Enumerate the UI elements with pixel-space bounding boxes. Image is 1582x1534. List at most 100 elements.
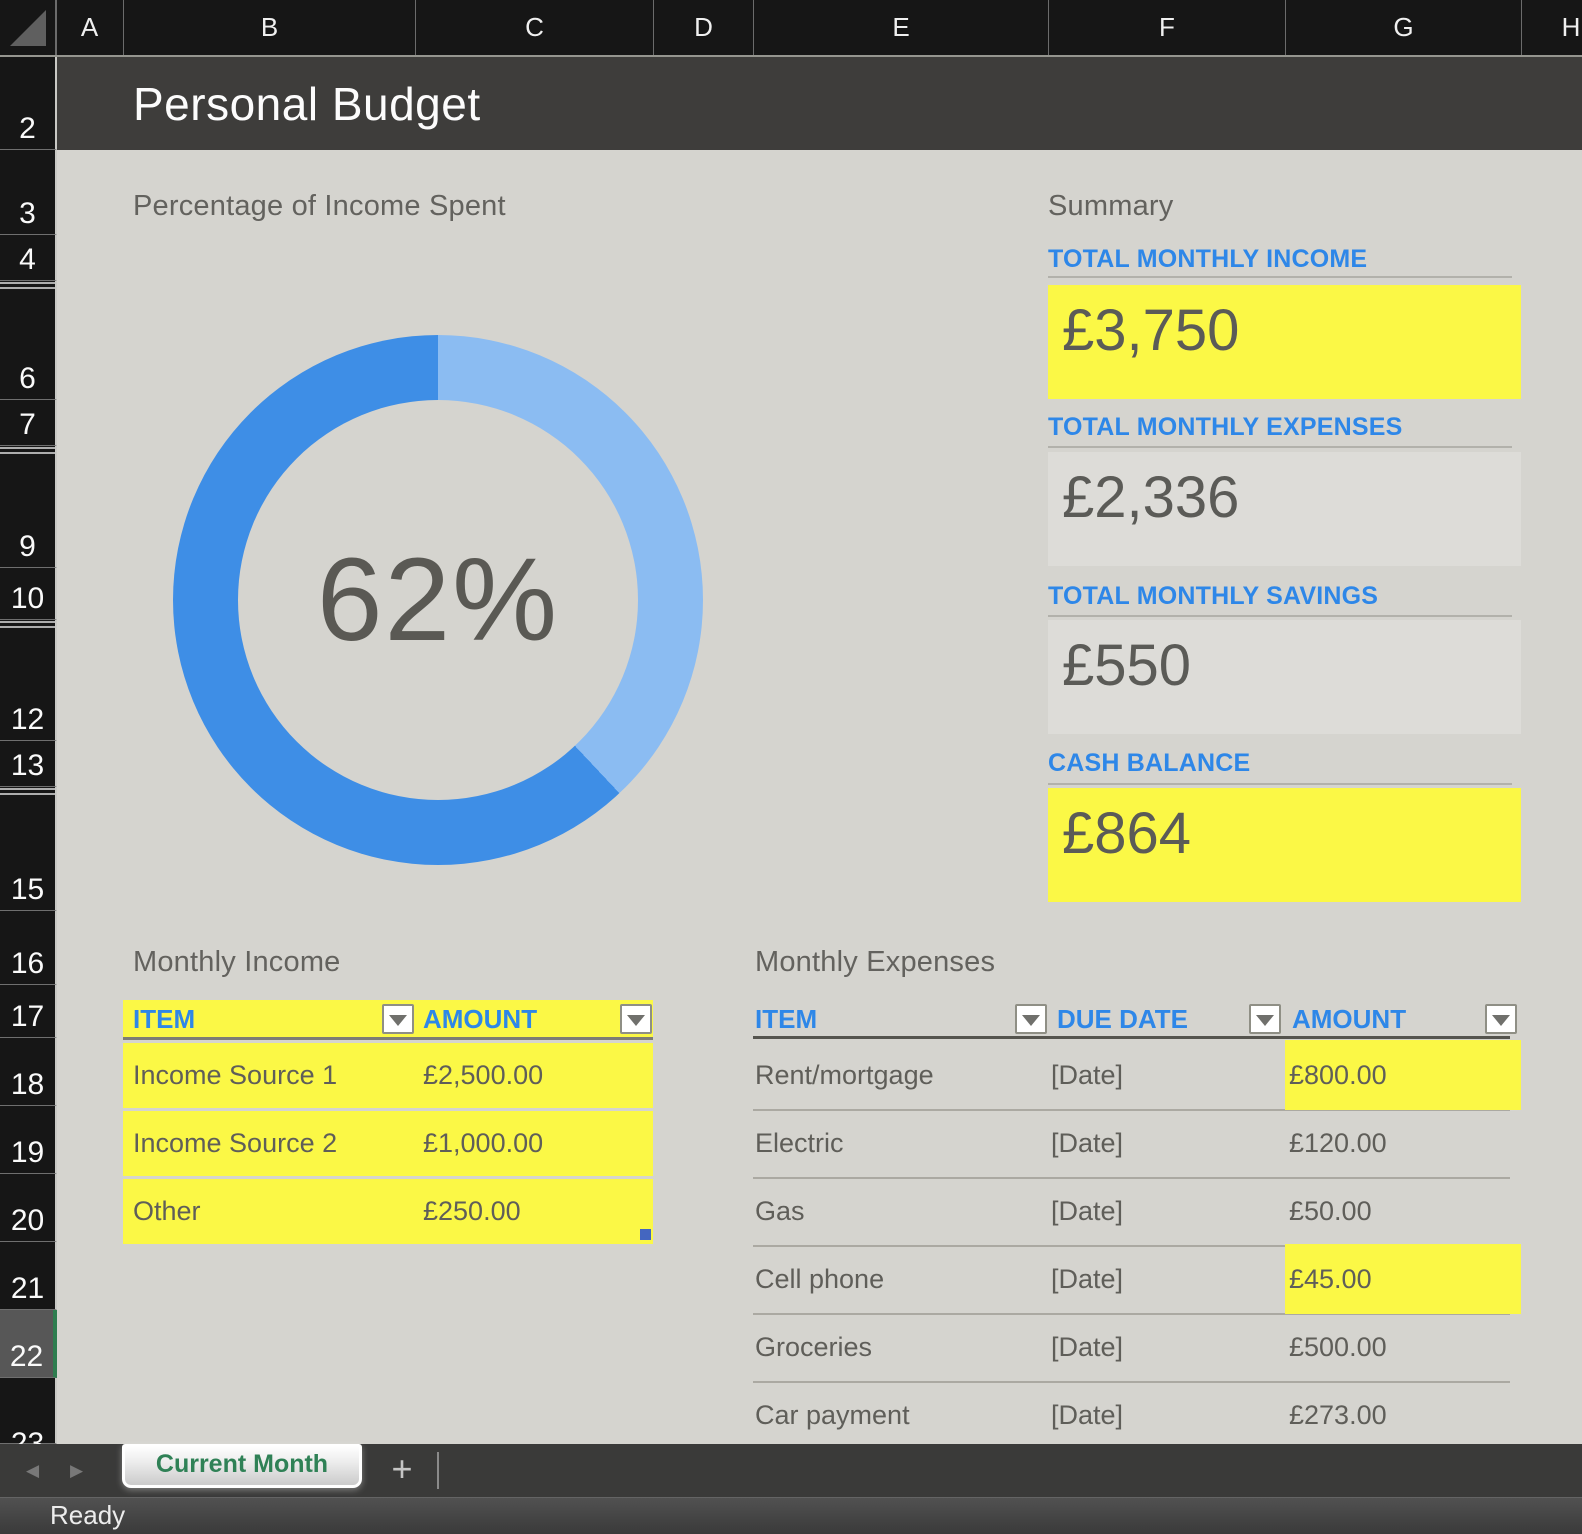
tab-scroll-right-button[interactable]: ▶: [70, 1444, 83, 1497]
expense-row[interactable]: Car payment [Date] £273.00: [753, 1383, 1521, 1448]
income-amount-cell[interactable]: £1,000.00: [423, 1111, 543, 1176]
expense-table-heading: Monthly Expenses: [755, 946, 995, 979]
column-header-D[interactable]: D: [653, 0, 753, 55]
hidden-rows-indicator[interactable]: [0, 446, 57, 455]
worksheet-title-cell[interactable]: Personal Budget: [57, 57, 1582, 150]
income-item-cell[interactable]: Income Source 1: [133, 1043, 337, 1108]
row-header-21[interactable]: 21: [0, 1242, 57, 1310]
row-header-20[interactable]: 20: [0, 1174, 57, 1242]
row-header-12[interactable]: 12: [0, 629, 57, 741]
row-number: 20: [0, 1204, 55, 1238]
income-row[interactable]: Income Source 1 £2,500.00: [123, 1043, 653, 1108]
expense-item-cell[interactable]: Rent/mortgage: [755, 1043, 934, 1108]
status-bar: Ready: [0, 1497, 1582, 1534]
column-header-H[interactable]: H: [1521, 0, 1582, 55]
row-header-13[interactable]: 13: [0, 741, 57, 787]
expense-item-filter-dropdown-button[interactable]: [1015, 1004, 1047, 1034]
summary-value-cell[interactable]: £3,750: [1048, 285, 1521, 399]
row-header-18[interactable]: 18: [0, 1038, 57, 1106]
hidden-rows-indicator[interactable]: [0, 620, 57, 629]
summary-value-cell[interactable]: £864: [1048, 788, 1521, 902]
income-row[interactable]: Income Source 2 £1,000.00: [123, 1111, 653, 1176]
hidden-rows-indicator[interactable]: [0, 281, 57, 290]
column-header-B[interactable]: B: [123, 0, 415, 55]
sheet-tab-current-month[interactable]: Current Month: [122, 1444, 362, 1488]
expense-amount-cell[interactable]: £50.00: [1289, 1179, 1372, 1244]
expense-row[interactable]: Electric [Date] £120.00: [753, 1111, 1521, 1176]
row-number: 22: [0, 1340, 53, 1374]
summary-value: £2,336: [1048, 452, 1521, 531]
expense-duedate-cell[interactable]: [Date]: [1051, 1247, 1123, 1312]
row-header-19[interactable]: 19: [0, 1106, 57, 1174]
row-header-3[interactable]: 3: [0, 150, 57, 235]
page-title: Personal Budget: [133, 57, 1582, 152]
chart-title: Percentage of Income Spent: [133, 190, 506, 223]
column-header-C[interactable]: C: [415, 0, 653, 55]
income-item-cell[interactable]: Other: [133, 1179, 201, 1244]
chevron-down-icon: [1022, 1015, 1040, 1026]
row-header-23[interactable]: 23: [0, 1378, 57, 1444]
hidden-rows-indicator[interactable]: [0, 787, 57, 796]
select-all-corner[interactable]: [0, 0, 57, 55]
row-header-7[interactable]: 7: [0, 400, 57, 446]
income-item-cell[interactable]: Income Source 2: [133, 1111, 337, 1176]
income-column-item: ITEM: [133, 1001, 195, 1038]
expense-item-cell[interactable]: Groceries: [755, 1315, 872, 1380]
row-header-4[interactable]: 4: [0, 235, 57, 281]
expense-item-cell[interactable]: Gas: [755, 1179, 805, 1244]
row-header-17[interactable]: 17: [0, 985, 57, 1038]
expense-row[interactable]: Rent/mortgage [Date] £800.00: [753, 1043, 1521, 1108]
sheet-tab-bar: ◀ ▶ Current Month +: [0, 1444, 1582, 1497]
expense-row[interactable]: Gas [Date] £50.00: [753, 1179, 1521, 1244]
expense-duedate-cell[interactable]: [Date]: [1051, 1315, 1123, 1380]
row-header-15[interactable]: 15: [0, 796, 57, 911]
expense-duedate-cell[interactable]: [Date]: [1051, 1043, 1123, 1108]
row-header-16[interactable]: 16: [0, 911, 57, 985]
summary-value-cell[interactable]: £2,336: [1048, 452, 1521, 566]
income-row[interactable]: Other £250.00: [123, 1179, 653, 1244]
column-header-F[interactable]: F: [1048, 0, 1285, 55]
expense-duedate-cell[interactable]: [Date]: [1051, 1383, 1123, 1448]
expense-amount-cell[interactable]: £800.00: [1289, 1043, 1387, 1108]
income-item-filter-dropdown-button[interactable]: [382, 1004, 414, 1034]
expense-row[interactable]: Groceries [Date] £500.00: [753, 1315, 1521, 1380]
table-resize-handle[interactable]: [640, 1229, 651, 1240]
donut-chart[interactable]: 62%: [173, 335, 703, 865]
tab-scroll-left-button[interactable]: ◀: [26, 1444, 39, 1497]
row-number: 12: [0, 703, 55, 737]
expense-item-cell[interactable]: Car payment: [755, 1383, 910, 1448]
row-header-2[interactable]: 2: [0, 57, 57, 150]
chevron-down-icon: [389, 1015, 407, 1026]
row-header-9[interactable]: 9: [0, 455, 57, 568]
expense-amount-cell[interactable]: £45.00: [1289, 1247, 1372, 1312]
row-header-6[interactable]: 6: [0, 290, 57, 400]
income-amount-filter-dropdown-button[interactable]: [620, 1004, 652, 1034]
column-header-E[interactable]: E: [753, 0, 1048, 55]
add-sheet-button[interactable]: +: [382, 1444, 422, 1497]
row-number: 15: [0, 873, 55, 907]
row-header-10[interactable]: 10: [0, 568, 57, 620]
expense-amount-cell[interactable]: £120.00: [1289, 1111, 1387, 1176]
row-number: 10: [0, 582, 55, 616]
income-amount-cell[interactable]: £250.00: [423, 1179, 521, 1244]
expense-item-cell[interactable]: Cell phone: [755, 1247, 884, 1312]
row-header-strip: 234679101213151617181920212223: [0, 57, 57, 1444]
expense-amount-cell[interactable]: £273.00: [1289, 1383, 1387, 1448]
summary-value-cell[interactable]: £550: [1048, 620, 1521, 734]
expense-amount-filter-dropdown-button[interactable]: [1485, 1004, 1517, 1034]
expense-duedate-filter-dropdown-button[interactable]: [1249, 1004, 1281, 1034]
row-header-22[interactable]: 22: [0, 1310, 57, 1378]
chevron-down-icon: [1256, 1015, 1274, 1026]
row-number: 13: [0, 749, 55, 783]
column-header-G[interactable]: G: [1285, 0, 1521, 55]
income-amount-cell[interactable]: £2,500.00: [423, 1043, 543, 1108]
expense-item-cell[interactable]: Electric: [755, 1111, 844, 1176]
expense-duedate-cell[interactable]: [Date]: [1051, 1111, 1123, 1176]
select-all-triangle-icon: [0, 0, 55, 53]
expense-row[interactable]: Cell phone [Date] £45.00: [753, 1247, 1521, 1312]
expense-duedate-cell[interactable]: [Date]: [1051, 1179, 1123, 1244]
column-header-A[interactable]: A: [55, 0, 123, 55]
row-number: 16: [0, 947, 55, 981]
tab-bar-separator: [437, 1452, 439, 1489]
expense-amount-cell[interactable]: £500.00: [1289, 1315, 1387, 1380]
